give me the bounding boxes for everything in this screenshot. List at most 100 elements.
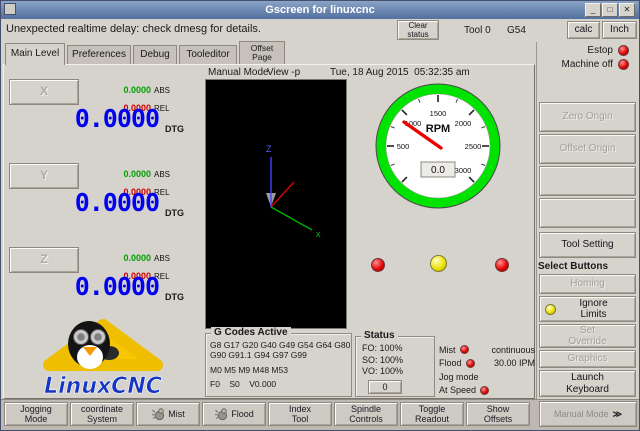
launch-keyboard-button[interactable]: Launch Keyboard: [539, 370, 636, 397]
gauge-title: RPM: [426, 123, 450, 135]
toggle-readout-button[interactable]: Toggle Readout: [400, 402, 464, 426]
mist-button-label: Mist: [168, 409, 185, 419]
abs-value: 0.0000: [99, 169, 151, 179]
feed-override-value: FO: 100%: [362, 343, 434, 355]
titlebar[interactable]: Gscreen for linuxcnc _ □ ✕: [1, 1, 639, 19]
rpm-gauge: 500 1000 1500 2000 2500 3000 RPM 0.0: [372, 80, 504, 212]
flood-button[interactable]: Flood: [202, 402, 266, 426]
tab-main-level[interactable]: Main Level: [5, 43, 65, 65]
mist-button[interactable]: Mist: [136, 402, 200, 426]
dtg-label: DTG: [165, 124, 184, 134]
index-tool-label: Index Tool: [282, 404, 318, 425]
units-button[interactable]: Inch: [602, 21, 637, 39]
tab-label: Debug: [140, 50, 169, 61]
at-speed-label: At Speed: [439, 385, 476, 395]
tab-label: Offset Page: [245, 44, 279, 62]
status-led-right: [495, 258, 509, 272]
machine-off-label: Machine off: [537, 59, 613, 70]
at-speed-row: At Speed: [439, 384, 535, 398]
axis-letter: Z: [40, 253, 47, 267]
datetime-label: Tue, 18 Aug 2015 05:32:35 am: [330, 67, 470, 78]
spindle-controls-label: Spindle Controls: [344, 404, 388, 425]
gcode-line: G90 G91.1 G94 G97 G99: [210, 351, 347, 361]
tool-setting-button[interactable]: Tool Setting: [539, 232, 636, 258]
calc-button[interactable]: calc: [567, 21, 600, 39]
graphics-button[interactable]: Graphics: [539, 350, 636, 368]
coord-system-label: G54: [507, 25, 526, 36]
show-offsets-label: Show Offsets: [478, 404, 518, 425]
gcodes-frame: G Codes Active G8 G17 G20 G40 G49 G54 G6…: [205, 333, 352, 397]
tool-number-label: Tool 0: [464, 25, 491, 36]
velocity-override-value: VO: 100%: [362, 366, 434, 378]
tab-offset-page[interactable]: Offset Page: [239, 41, 285, 64]
gauge-tick-label: 500: [397, 142, 410, 151]
blank-button-2[interactable]: [539, 198, 636, 228]
tab-debug[interactable]: Debug: [133, 45, 177, 64]
minimize-button[interactable]: _: [585, 3, 601, 17]
dtg-value: 0.0000: [7, 272, 159, 301]
clear-status-button[interactable]: Clear status: [397, 20, 439, 40]
mist-row: Mist continuous: [439, 343, 535, 357]
tab-preferences[interactable]: Preferences: [67, 45, 131, 64]
abs-value: 0.0000: [99, 85, 151, 95]
set-override-label: Set Override: [563, 325, 613, 348]
flood-icon: [214, 407, 228, 421]
tab-label: Preferences: [72, 50, 126, 61]
mist-label: Mist: [439, 345, 456, 355]
axis-y-button[interactable]: Y: [9, 163, 79, 189]
coordinate-system-button[interactable]: coordinate System: [70, 402, 134, 426]
abs-label: ABS: [154, 170, 170, 179]
dtg-value: 0.0000: [7, 188, 159, 217]
forward-arrows-icon: ≫: [613, 409, 622, 419]
axis-x-button[interactable]: X: [9, 79, 79, 105]
maximize-button[interactable]: □: [602, 3, 618, 17]
jog-mode-value: continuous: [491, 345, 535, 355]
offset-origin-button[interactable]: Offset Origin: [539, 134, 636, 164]
axis-letter: Y: [40, 169, 48, 183]
flood-led: [466, 359, 475, 368]
abs-label: ABS: [154, 254, 170, 263]
axis-letter: X: [40, 85, 48, 99]
homing-button[interactable]: Homing: [539, 274, 636, 294]
jog-mode-row: Jog mode: [439, 370, 535, 384]
at-speed-led: [480, 386, 489, 395]
jogging-mode-button[interactable]: Jogging Mode: [4, 402, 68, 426]
set-override-button[interactable]: Set Override: [539, 324, 636, 348]
axis-z-button[interactable]: Z: [9, 247, 79, 273]
abs-label: ABS: [154, 86, 170, 95]
status-frame: Status FO: 100% SO: 100% VO: 100% 0: [355, 336, 435, 397]
gcodes-title: G Codes Active: [211, 327, 291, 338]
status-led-center: [430, 255, 447, 272]
mode-label: Manual Mode: [208, 67, 269, 78]
dtg-value: 0.0000: [7, 104, 159, 133]
fsv-line: F0 S0 V0.000: [210, 380, 347, 390]
mist-icon: [151, 407, 165, 421]
mcode-line: M0 M5 M9 M48 M53: [210, 366, 347, 376]
jogging-mode-label: Jogging Mode: [14, 404, 58, 425]
dro-axis-x: X 0.0000ABS 0.0000REL 0.0000 DTG: [3, 77, 203, 161]
jog-mode-label: Jog mode: [439, 372, 479, 382]
manual-mode-button[interactable]: Manual Mode ≫: [539, 401, 637, 427]
coordinate-system-label: coordinate System: [76, 404, 128, 425]
status-message: Unexpected realtime delay: check dmesg f…: [6, 23, 261, 35]
mist-led: [460, 345, 469, 354]
blank-button-1[interactable]: [539, 166, 636, 196]
show-offsets-button[interactable]: Show Offsets: [466, 402, 530, 426]
close-button[interactable]: ✕: [619, 3, 635, 17]
logo-text: LinuxCNC: [44, 374, 162, 399]
estop-label: Estop: [537, 45, 613, 56]
flood-row: Flood 30.00 IPM: [439, 357, 535, 371]
spindle-controls-button[interactable]: Spindle Controls: [334, 402, 398, 426]
tab-tooleditor[interactable]: Tooleditor: [179, 45, 237, 64]
tab-label: Main Level: [11, 49, 59, 60]
z-axis-label: Z: [266, 144, 272, 154]
zero-origin-button[interactable]: Zero Origin: [539, 102, 636, 132]
ignore-limits-button[interactable]: Ignore Limits: [539, 296, 636, 322]
view-label: View -p: [267, 67, 300, 78]
jog-rate-value: 30.00 IPM: [494, 358, 535, 368]
gremlin-3d-view[interactable]: Z x: [205, 79, 347, 329]
index-tool-button[interactable]: Index Tool: [268, 402, 332, 426]
spindle-override-value: SO: 100%: [362, 355, 434, 367]
jog-increment-spinbox[interactable]: 0: [368, 380, 402, 394]
manual-mode-label: Manual Mode: [554, 409, 609, 419]
